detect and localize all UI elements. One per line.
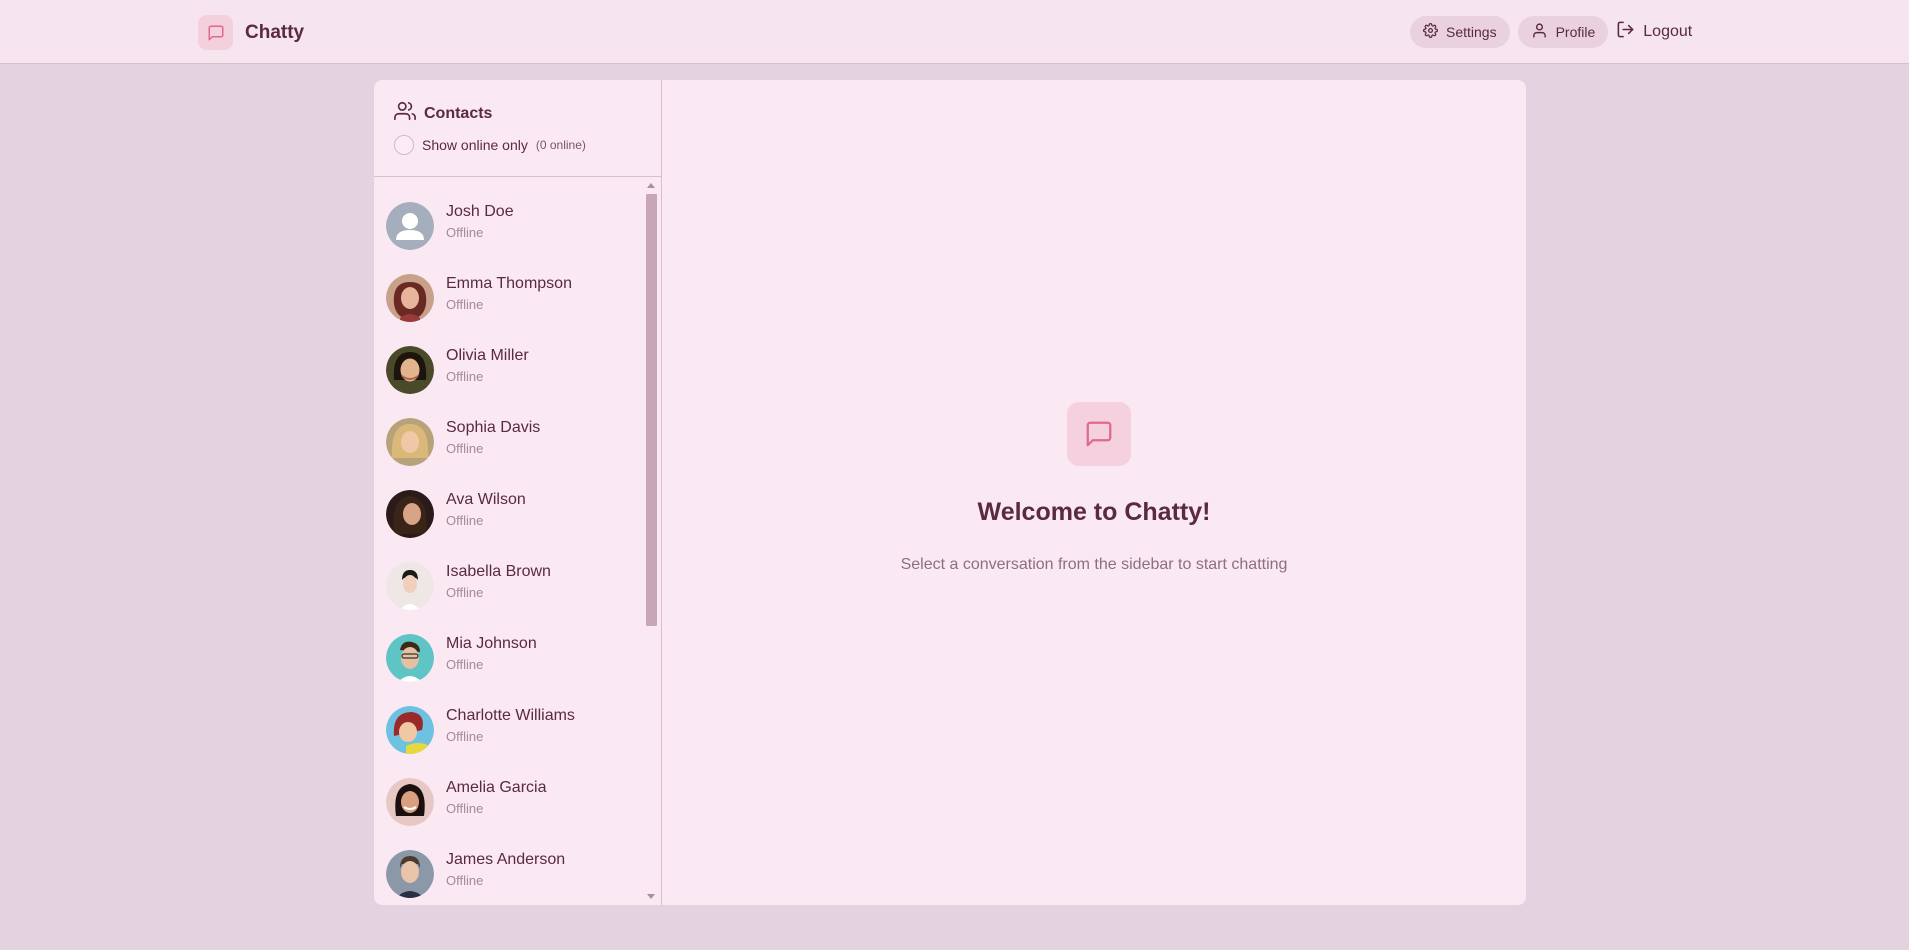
contact-item[interactable]: Charlotte Williams Offline <box>374 694 644 766</box>
contact-name: Ava Wilson <box>446 491 526 508</box>
welcome-panel: Welcome to Chatty! Select a conversation… <box>662 80 1526 905</box>
chat-bubble-icon <box>198 15 233 50</box>
contact-status: Offline <box>446 801 484 816</box>
settings-button[interactable]: Settings <box>1410 16 1510 48</box>
avatar <box>386 274 434 322</box>
brand-link[interactable]: Chatty <box>198 15 304 50</box>
contact-name: Amelia Garcia <box>446 779 547 796</box>
top-navbar: Chatty Settings Profile Logout <box>0 0 1909 64</box>
chat-container: Contacts Show online only (0 online) Jos… <box>374 80 1526 905</box>
contact-status: Offline <box>446 657 484 672</box>
sidebar-header: Contacts Show online only (0 online) <box>374 80 661 177</box>
avatar <box>386 490 434 538</box>
logout-label: Logout <box>1643 23 1693 40</box>
contact-name: Mia Johnson <box>446 635 537 652</box>
contacts-title: Contacts <box>424 104 493 122</box>
default-avatar-icon <box>386 202 434 250</box>
avatar <box>386 778 434 826</box>
contact-name: James Anderson <box>446 851 566 868</box>
contact-item[interactable]: James Anderson Offline <box>374 838 644 905</box>
avatar <box>386 418 434 466</box>
contact-name: Sophia Davis <box>446 419 541 436</box>
welcome-title: Welcome to Chatty! <box>977 498 1211 526</box>
scroll-up-arrow-icon[interactable] <box>647 183 655 188</box>
app-name: Chatty <box>245 21 305 43</box>
avatar <box>386 562 434 610</box>
contact-status: Offline <box>446 585 484 600</box>
contact-status: Offline <box>446 729 484 744</box>
avatar <box>386 346 434 394</box>
contacts-sidebar: Contacts Show online only (0 online) Jos… <box>374 80 662 905</box>
online-toggle-label: Show online only <box>422 137 528 153</box>
contact-item[interactable]: Josh Doe Offline <box>374 190 644 262</box>
logout-button[interactable]: Logout <box>1616 20 1692 44</box>
contact-list: Josh Doe Offline Emma Thompson Offline O… <box>374 178 661 905</box>
online-count: (0 online) <box>535 138 586 152</box>
gear-icon <box>1423 23 1446 41</box>
contact-item[interactable]: Ava Wilson Offline <box>374 478 644 550</box>
users-icon <box>394 100 424 127</box>
contact-item[interactable]: Amelia Garcia Offline <box>374 766 644 838</box>
welcome-subtitle: Select a conversation from the sidebar t… <box>900 556 1288 573</box>
avatar <box>386 850 434 898</box>
contact-status: Offline <box>446 513 484 528</box>
contact-status: Offline <box>446 225 484 240</box>
profile-button[interactable]: Profile <box>1517 16 1609 48</box>
scroll-down-arrow-icon[interactable] <box>647 894 655 899</box>
contact-item[interactable]: Sophia Davis Offline <box>374 406 644 478</box>
contact-name: Josh Doe <box>446 203 514 220</box>
avatar <box>386 634 434 682</box>
chat-bubble-icon <box>1067 402 1131 466</box>
online-only-checkbox[interactable] <box>394 135 414 155</box>
avatar <box>386 706 434 754</box>
contact-name: Isabella Brown <box>446 563 551 580</box>
contact-item[interactable]: Emma Thompson Offline <box>374 262 644 334</box>
contact-item[interactable]: Olivia Miller Offline <box>374 334 644 406</box>
user-icon <box>1531 22 1556 42</box>
show-online-only-toggle[interactable]: Show online only (0 online) <box>394 135 586 155</box>
profile-label: Profile <box>1555 24 1596 40</box>
settings-label: Settings <box>1446 24 1497 40</box>
contact-status: Offline <box>446 873 484 888</box>
contacts-heading: Contacts <box>394 100 492 127</box>
scrollbar-thumb[interactable] <box>646 194 657 626</box>
contact-status: Offline <box>446 369 484 384</box>
contact-status: Offline <box>446 441 484 456</box>
contact-name: Emma Thompson <box>446 275 572 292</box>
contact-status: Offline <box>446 297 484 312</box>
nav-actions: Settings Profile Logout <box>1410 16 1692 48</box>
contact-item[interactable]: Isabella Brown Offline <box>374 550 644 622</box>
logout-icon <box>1616 20 1643 44</box>
contact-name: Charlotte Williams <box>446 707 575 724</box>
contact-item[interactable]: Mia Johnson Offline <box>374 622 644 694</box>
contact-name: Olivia Miller <box>446 347 529 364</box>
